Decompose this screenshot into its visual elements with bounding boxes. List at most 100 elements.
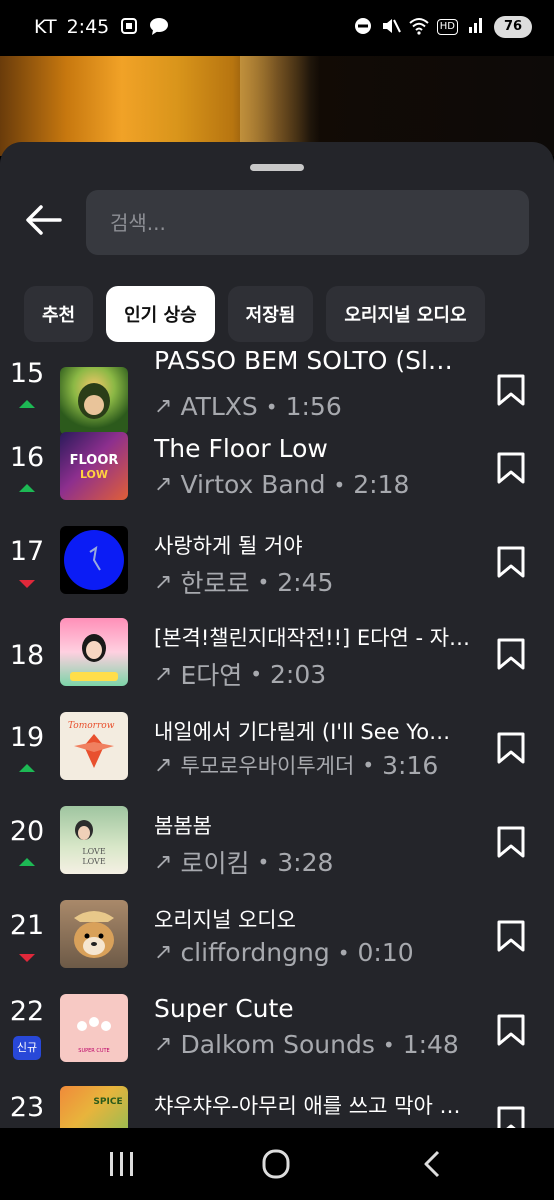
- tab-trending[interactable]: 인기 상승: [106, 286, 215, 342]
- track-row[interactable]: 22 신규 SUPER CUTE Super Cute ↗ Dalkom Sou…: [0, 994, 554, 1084]
- tab-recommended[interactable]: 추천: [24, 286, 94, 342]
- track-row[interactable]: 16 FLOOR LOW The Floor Low ↗ Virtox Band …: [0, 432, 554, 522]
- artist-name: ATLXS: [180, 392, 258, 421]
- sound-picker-sheet: 추천 인기 상승 저장됨 오리지널 오디오 15 PASSO BEM SOLTO…: [0, 142, 554, 1128]
- track-title: [본격!챌린지대작전!!] E다연 - 자…: [154, 626, 471, 650]
- category-tabs: 추천 인기 상승 저장됨 오리지널 오디오: [24, 286, 485, 342]
- album-cover: [60, 900, 128, 968]
- signal-icon: [466, 17, 486, 37]
- track-row[interactable]: 21 오리지널 오디오 ↗ cliffordngng • 0:10: [0, 900, 554, 990]
- bookmark-icon[interactable]: [497, 638, 525, 670]
- search-input[interactable]: [110, 190, 510, 255]
- artist-name: 로이킴: [180, 849, 250, 878]
- trending-arrow-icon: ↗: [154, 661, 173, 687]
- artist-name: Dalkom Sounds: [180, 1030, 375, 1059]
- carrier-label: KT: [34, 16, 57, 38]
- album-cover: [60, 618, 128, 686]
- bookmark-icon[interactable]: [497, 1106, 525, 1128]
- track-row[interactable]: 17 사랑하게 될 거야 ↗ 한로로 • 2:45: [0, 526, 554, 616]
- rank-number: 16: [9, 442, 45, 473]
- bookmark-icon[interactable]: [497, 920, 525, 952]
- battery-indicator: 76: [494, 16, 532, 38]
- track-duration: 1:56: [285, 392, 342, 421]
- bookmark-icon[interactable]: [497, 374, 525, 406]
- track-meta: ↗ ATLXS • 1:56: [154, 392, 484, 421]
- trend-up-icon: [19, 858, 35, 866]
- trending-arrow-icon: ↗: [154, 569, 173, 595]
- separator-dot: •: [333, 472, 346, 497]
- separator-dot: •: [382, 1032, 395, 1057]
- track-duration: 2:03: [270, 659, 327, 689]
- trend-up-icon: [19, 484, 35, 492]
- back-nav-icon[interactable]: [414, 1146, 454, 1182]
- trending-arrow-icon: ↗: [154, 1032, 173, 1057]
- drag-handle[interactable]: [250, 164, 304, 171]
- tab-saved[interactable]: 저장됨: [227, 286, 314, 342]
- track-duration: 0:10: [357, 938, 414, 967]
- tab-original-audio[interactable]: 오리지널 오디오: [326, 286, 485, 342]
- album-cover: LOVE LOVE: [60, 806, 128, 874]
- svg-text:SUPER CUTE: SUPER CUTE: [78, 1048, 109, 1054]
- track-title: 오리지널 오디오: [154, 908, 296, 932]
- wifi-icon: [409, 17, 429, 37]
- arrow-left-icon: [26, 205, 62, 235]
- bookmark-icon[interactable]: [497, 546, 525, 578]
- hd-icon: HD: [436, 19, 458, 35]
- back-button[interactable]: [22, 198, 66, 242]
- rank-number: 15: [9, 358, 45, 389]
- track-title: PASSO BEM SOLTO (Sl…: [154, 346, 453, 375]
- separator-dot: •: [337, 940, 350, 965]
- track-title: 사랑하게 될 거야: [154, 534, 303, 558]
- svg-text:LOW: LOW: [80, 468, 108, 481]
- bookmark-icon[interactable]: [497, 1014, 525, 1046]
- separator-dot: •: [362, 753, 375, 777]
- status-bar: KT 2:45 HD 76: [0, 0, 554, 56]
- album-cover: Tomorrow: [60, 712, 128, 780]
- track-row[interactable]: 19 Tomorrow 내일에서 기다릴게 (I'll See Yo… ↗ 투모…: [0, 712, 554, 802]
- svg-text:SPICE: SPICE: [93, 1097, 122, 1107]
- track-meta: ↗ Virtox Band • 2:18: [154, 470, 484, 499]
- clock: 2:45: [66, 16, 110, 38]
- artist-name: 투모로우바이투게더: [180, 754, 355, 778]
- track-row[interactable]: 18 [본격!챌린지대작전!!] E다연 - 자… ↗ E다연 • 2:03: [0, 618, 554, 708]
- album-cover: [60, 367, 128, 435]
- track-duration: 3:16: [382, 750, 439, 780]
- track-duration: 1:48: [402, 1030, 459, 1059]
- do-not-disturb-icon: [353, 17, 373, 37]
- track-title: Super Cute: [154, 994, 294, 1023]
- system-nav-bar: [0, 1128, 554, 1200]
- trend-down-icon: [19, 954, 35, 962]
- artist-name: Virtox Band: [180, 470, 326, 499]
- recent-apps-icon[interactable]: [102, 1146, 142, 1182]
- separator-dot: •: [250, 662, 263, 686]
- track-meta: ↗ 투모로우바이투게더 • 3:16: [154, 750, 484, 780]
- artist-name: 한로로: [180, 569, 250, 598]
- background-video-frame: [0, 56, 554, 156]
- trending-arrow-icon: ↗: [154, 940, 173, 965]
- album-cover: [60, 526, 128, 594]
- trending-arrow-icon: ↗: [154, 849, 173, 875]
- bookmark-icon[interactable]: [497, 826, 525, 858]
- album-cover: SUPER CUTE: [60, 994, 128, 1062]
- trending-arrow-icon: ↗: [154, 394, 173, 419]
- bookmark-icon[interactable]: [497, 732, 525, 764]
- album-cover: FLOOR LOW: [60, 432, 128, 500]
- screenshot-icon: [119, 17, 139, 37]
- home-icon[interactable]: [256, 1146, 296, 1182]
- track-duration: 2:18: [353, 470, 410, 499]
- track-row[interactable]: 23 SPICE 챠우챠우-아무리 애를 쓰고 막아 보…: [0, 1086, 554, 1128]
- track-row[interactable]: 20 LOVE LOVE 봄봄봄 ↗ 로이킴 • 3:28: [0, 806, 554, 896]
- track-title: 내일에서 기다릴게 (I'll See Yo…: [154, 720, 451, 744]
- mute-icon: [381, 17, 401, 37]
- album-cover: SPICE: [60, 1086, 128, 1128]
- separator-dot: •: [257, 850, 270, 874]
- trending-arrow-icon: ↗: [154, 752, 173, 778]
- rank-number: 20: [9, 816, 45, 847]
- track-duration: 3:28: [277, 847, 334, 877]
- track-meta: ↗ cliffordngng • 0:10: [154, 938, 484, 967]
- track-title: The Floor Low: [154, 434, 328, 463]
- bookmark-icon[interactable]: [497, 452, 525, 484]
- search-field[interactable]: [86, 190, 529, 255]
- artist-name: E다연: [180, 661, 243, 690]
- trend-up-icon: [19, 400, 35, 408]
